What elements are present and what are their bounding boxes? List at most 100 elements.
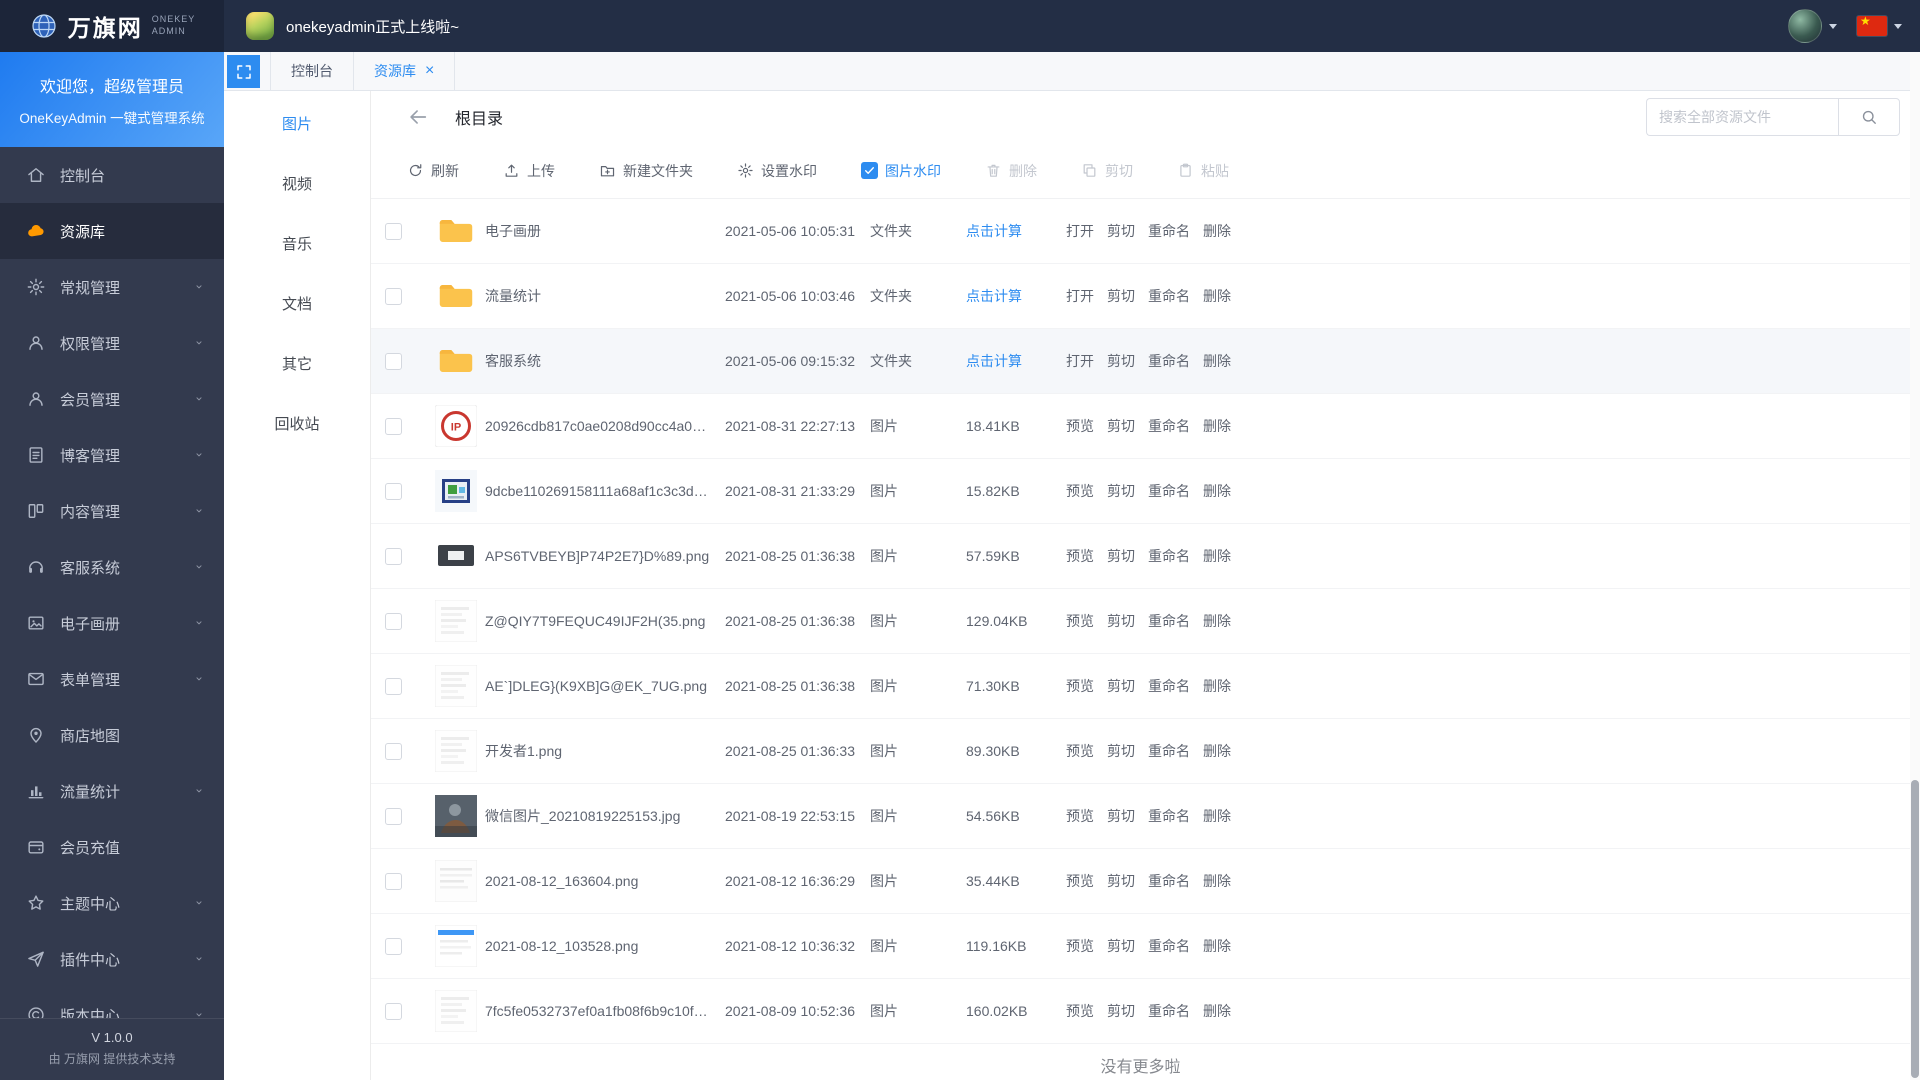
row-checkbox[interactable] <box>385 677 402 695</box>
file-name[interactable]: 客服系统 <box>485 351 725 371</box>
file-name[interactable]: 流量统计 <box>485 286 725 306</box>
action-link[interactable]: 重命名 <box>1148 351 1190 371</box>
action-link[interactable]: 打开 <box>1066 351 1094 371</box>
action-link[interactable]: 剪切 <box>1107 806 1135 826</box>
search-button[interactable] <box>1838 98 1900 136</box>
table-row[interactable]: 流量统计 2021-05-06 10:03:46 文件夹 点击计算 打开 剪切 重命名 删除 <box>371 264 1910 329</box>
size-calc-link[interactable]: 点击计算 <box>966 221 1066 241</box>
action-link[interactable]: 剪切 <box>1107 481 1135 501</box>
sidebar-item-chart[interactable]: 流量统计 <box>0 763 224 819</box>
subnav-item[interactable]: 视频 <box>224 153 370 213</box>
sidebar-item-location[interactable]: 商店地图 <box>0 707 224 763</box>
sidebar-item-plane[interactable]: 插件中心 <box>0 931 224 987</box>
action-link[interactable]: 预览 <box>1066 1001 1094 1021</box>
action-link[interactable]: 重命名 <box>1148 611 1190 631</box>
sidebar-item-doc[interactable]: 博客管理 <box>0 427 224 483</box>
search-input[interactable] <box>1646 98 1838 136</box>
close-icon[interactable]: × <box>425 63 434 79</box>
action-link[interactable]: 预览 <box>1066 676 1094 696</box>
action-link[interactable]: 删除 <box>1203 351 1231 371</box>
action-link[interactable]: 剪切 <box>1107 221 1135 241</box>
file-name[interactable]: 电子画册 <box>485 221 725 241</box>
action-link[interactable]: 删除 <box>1203 936 1231 956</box>
action-link[interactable]: 删除 <box>1203 871 1231 891</box>
action-link[interactable]: 重命名 <box>1148 416 1190 436</box>
action-link[interactable]: 剪切 <box>1107 351 1135 371</box>
row-checkbox[interactable] <box>385 1002 402 1020</box>
scrollbar[interactable] <box>1910 52 1920 1080</box>
table-row[interactable]: APS6TVBEYB]P74P2E7}D%89.png 2021-08-25 01… <box>371 524 1910 589</box>
sidebar-item-image[interactable]: 电子画册 <box>0 595 224 651</box>
sidebar-item-cloud[interactable]: 资源库 <box>0 203 224 259</box>
file-name[interactable]: 2021-08-12_103528.png <box>485 938 725 954</box>
sidebar-item-library[interactable]: 内容管理 <box>0 483 224 539</box>
table-row[interactable]: 2021-08-12_163604.png 2021-08-12 16:36:29… <box>371 849 1910 914</box>
file-name[interactable]: 7fc5fe0532737ef0a1fb08f6b9c10fa5... <box>485 1003 725 1019</box>
action-link[interactable]: 剪切 <box>1107 416 1135 436</box>
toolbar-refresh-button[interactable]: 刷新 <box>407 161 459 181</box>
row-checkbox[interactable] <box>385 807 402 825</box>
action-link[interactable]: 删除 <box>1203 741 1231 761</box>
language-menu[interactable] <box>1857 14 1902 36</box>
toolbar-checkbox-button[interactable]: 图片水印 <box>861 161 941 181</box>
table-row[interactable]: 微信图片_20210819225153.jpg 2021-08-19 22:53:… <box>371 784 1910 849</box>
action-link[interactable]: 重命名 <box>1148 936 1190 956</box>
sidebar-item-mail[interactable]: 表单管理 <box>0 651 224 707</box>
sidebar-item-home[interactable]: 控制台 <box>0 147 224 203</box>
action-link[interactable]: 预览 <box>1066 611 1094 631</box>
scrollbar-thumb[interactable] <box>1911 780 1919 1078</box>
table-row[interactable]: Z@QIY7T9FEQUC49IJF2H(35.png 2021-08-25 01… <box>371 589 1910 654</box>
file-name[interactable]: Z@QIY7T9FEQUC49IJF2H(35.png <box>485 613 725 629</box>
file-name[interactable]: APS6TVBEYB]P74P2E7}D%89.png <box>485 548 725 564</box>
row-checkbox[interactable] <box>385 612 402 630</box>
action-link[interactable]: 预览 <box>1066 481 1094 501</box>
sidebar-item-gear[interactable]: 常规管理 <box>0 259 224 315</box>
sidebar-item-headset[interactable]: 客服系统 <box>0 539 224 595</box>
table-row[interactable]: 2021-08-12_103528.png 2021-08-12 10:36:32… <box>371 914 1910 979</box>
action-link[interactable]: 删除 <box>1203 806 1231 826</box>
action-link[interactable]: 重命名 <box>1148 286 1190 306</box>
toolbar-folderplus-button[interactable]: 新建文件夹 <box>599 161 693 181</box>
file-name[interactable]: 9dcbe110269158111a68af1c3c3d9e2 <box>485 483 725 499</box>
action-link[interactable]: 剪切 <box>1107 871 1135 891</box>
file-name[interactable]: 开发者1.png <box>485 741 725 761</box>
action-link[interactable]: 删除 <box>1203 611 1231 631</box>
action-link[interactable]: 删除 <box>1203 481 1231 501</box>
watermark-checkbox[interactable] <box>861 162 878 179</box>
action-link[interactable]: 重命名 <box>1148 221 1190 241</box>
action-link[interactable]: 打开 <box>1066 221 1094 241</box>
row-checkbox[interactable] <box>385 287 402 305</box>
action-link[interactable]: 预览 <box>1066 546 1094 566</box>
size-calc-link[interactable]: 点击计算 <box>966 286 1066 306</box>
app-logo[interactable]: 万旗网 ONEKEY ADMIN <box>0 0 224 52</box>
table-row[interactable]: 9dcbe110269158111a68af1c3c3d9e2 2021-08-3… <box>371 459 1910 524</box>
action-link[interactable]: 剪切 <box>1107 741 1135 761</box>
action-link[interactable]: 删除 <box>1203 221 1231 241</box>
action-link[interactable]: 重命名 <box>1148 1001 1190 1021</box>
action-link[interactable]: 重命名 <box>1148 481 1190 501</box>
row-checkbox[interactable] <box>385 417 402 435</box>
action-link[interactable]: 剪切 <box>1107 936 1135 956</box>
action-link[interactable]: 重命名 <box>1148 871 1190 891</box>
table-row[interactable]: 7fc5fe0532737ef0a1fb08f6b9c10fa5... 2021-… <box>371 979 1910 1044</box>
action-link[interactable]: 剪切 <box>1107 1001 1135 1021</box>
action-link[interactable]: 重命名 <box>1148 741 1190 761</box>
row-checkbox[interactable] <box>385 352 402 370</box>
tab-inactive[interactable]: 控制台 <box>270 52 354 90</box>
action-link[interactable]: 剪切 <box>1107 676 1135 696</box>
fullscreen-toggle-button[interactable] <box>227 55 260 88</box>
size-calc-link[interactable]: 点击计算 <box>966 351 1066 371</box>
user-menu[interactable] <box>1788 9 1837 43</box>
action-link[interactable]: 预览 <box>1066 871 1094 891</box>
table-row[interactable]: AE`]DLEG}(K9XB]G@EK_7UG.png 2021-08-25 01… <box>371 654 1910 719</box>
row-checkbox[interactable] <box>385 222 402 240</box>
row-checkbox[interactable] <box>385 872 402 890</box>
sidebar-item-user[interactable]: 会员管理 <box>0 371 224 427</box>
subnav-item[interactable]: 文档 <box>224 273 370 333</box>
row-checkbox[interactable] <box>385 742 402 760</box>
row-checkbox[interactable] <box>385 547 402 565</box>
action-link[interactable]: 删除 <box>1203 676 1231 696</box>
file-name[interactable]: 2021-08-12_163604.png <box>485 873 725 889</box>
sidebar-item-recharge[interactable]: 会员充值 <box>0 819 224 875</box>
toolbar-gear-button[interactable]: 设置水印 <box>737 161 817 181</box>
